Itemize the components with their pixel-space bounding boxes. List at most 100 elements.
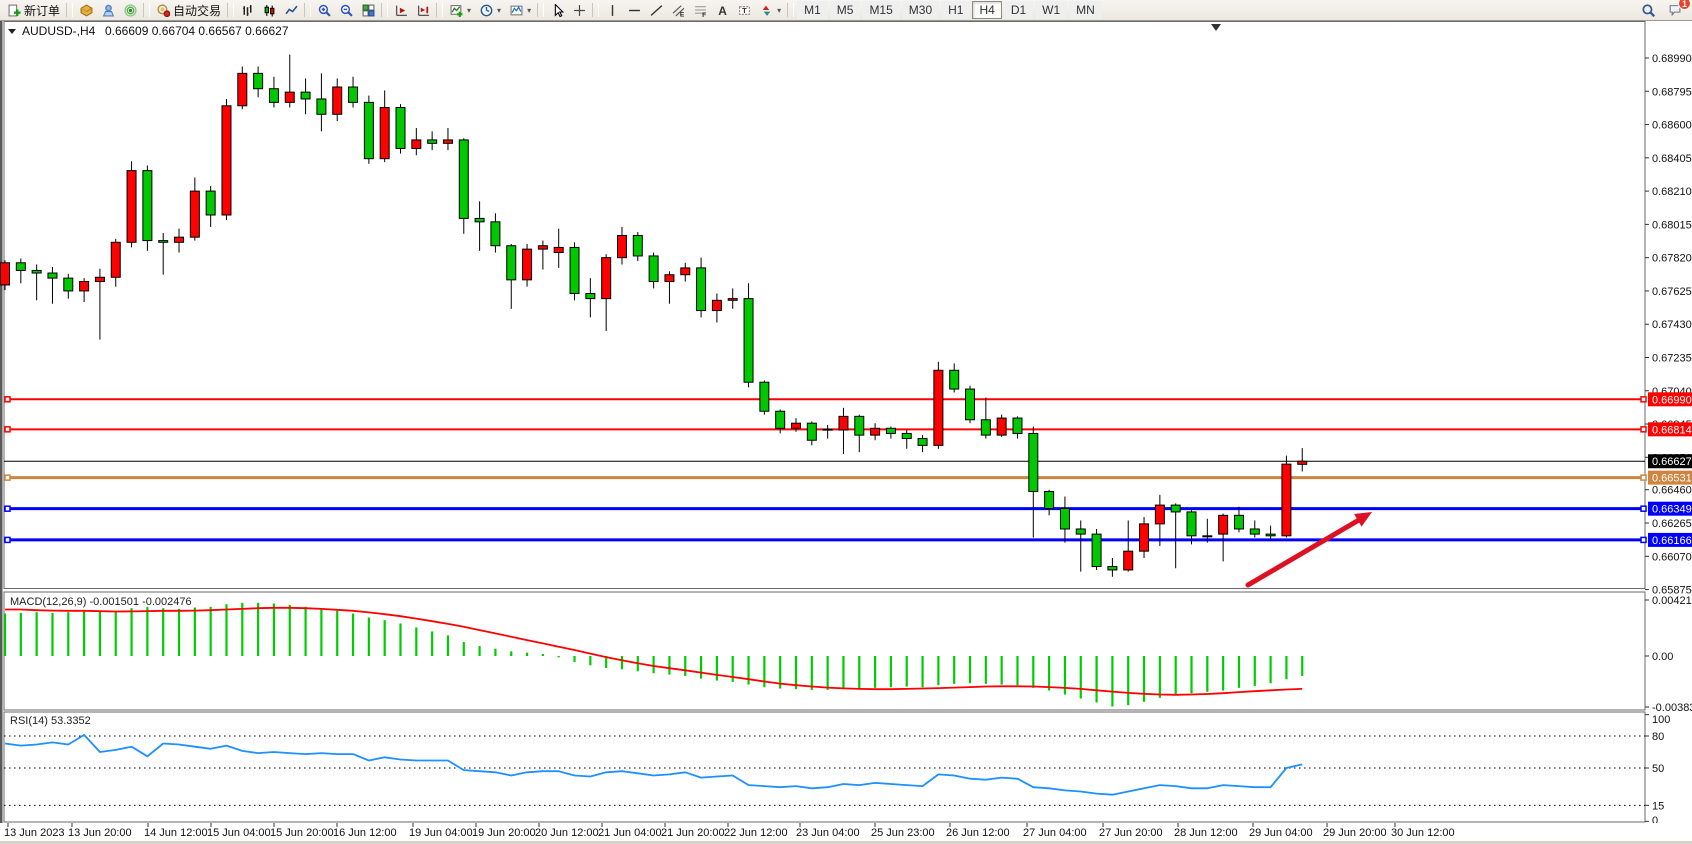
timeframe-m30[interactable]: M30 [902, 1, 939, 19]
chevron-down-icon: ▾ [467, 6, 471, 15]
horizontal-line-button[interactable] [623, 1, 645, 20]
template-icon [509, 4, 523, 17]
trading-platform-window: 新订单自动交易▾▾▾EFAT▾M1M5M15M30H1H4D1W1MN1 0.6… [0, 0, 1692, 844]
search-button[interactable] [1637, 1, 1659, 20]
profiles-button[interactable] [97, 1, 119, 20]
svg-text:0.66990: 0.66990 [1652, 394, 1692, 406]
chevron-down-icon: ▾ [777, 6, 781, 15]
profile-icon [101, 4, 115, 17]
trendline-icon [649, 4, 663, 17]
cube-icon [79, 4, 93, 17]
timeframe-m15[interactable]: M15 [862, 1, 899, 19]
auto-scroll-button[interactable] [390, 1, 412, 20]
timeframe-m1[interactable]: M1 [797, 1, 828, 19]
chart-title-row: AUDUSD-,H40.66609 0.66704 0.66567 0.6662… [8, 24, 289, 38]
svg-text:19 Jun 20:00: 19 Jun 20:00 [472, 827, 536, 839]
zoom-out-button[interactable] [335, 1, 357, 20]
svg-text:0.68015: 0.68015 [1652, 219, 1692, 231]
auto-scroll-icon [394, 4, 408, 17]
arrows-icon [759, 4, 773, 17]
periods-button[interactable]: ▾ [475, 1, 505, 20]
new-chart-button[interactable]: ▾ [445, 1, 475, 20]
label-icon: T [737, 4, 751, 17]
search-icon [1641, 4, 1655, 17]
toolbar-separator [227, 3, 234, 17]
svg-text:13 Jun 2023: 13 Jun 2023 [4, 827, 65, 839]
clock-icon [479, 4, 493, 17]
text-label-button[interactable]: T [733, 1, 755, 20]
svg-text:27 Jun 04:00: 27 Jun 04:00 [1023, 827, 1087, 839]
auto-trading-button-label: 自动交易 [173, 2, 221, 19]
equidistant-channel-button[interactable]: E [667, 1, 689, 20]
zoom-in-button[interactable] [313, 1, 335, 20]
svg-text:30 Jun 12:00: 30 Jun 12:00 [1391, 827, 1455, 839]
toolbar-separator [66, 3, 73, 17]
svg-text:20 Jun 12:00: 20 Jun 12:00 [535, 827, 599, 839]
timeframe-w1[interactable]: W1 [1035, 1, 1067, 19]
timeframe-d1[interactable]: D1 [1004, 1, 1033, 19]
svg-text:23 Jun 04:00: 23 Jun 04:00 [796, 827, 860, 839]
svg-text:16 Jun 12:00: 16 Jun 12:00 [333, 827, 397, 839]
bar-chart-button[interactable] [236, 1, 258, 20]
svg-text:E: E [679, 11, 684, 17]
toolbar-separator [381, 3, 388, 17]
toolbar-separator [592, 3, 599, 17]
svg-text:0.66166: 0.66166 [1652, 535, 1692, 547]
signal-icon [123, 4, 137, 17]
hline-icon [627, 4, 641, 17]
chart-area[interactable]: 0.689900.687950.686000.684050.682100.680… [0, 21, 1692, 844]
chart-bars-icon [240, 4, 254, 17]
chart-shift-button[interactable] [412, 1, 434, 20]
line-chart-button[interactable] [280, 1, 302, 20]
crosshair-button[interactable] [568, 1, 590, 20]
toolbar-separator [143, 3, 150, 17]
market-watch-button[interactable] [75, 1, 97, 20]
timeframe-h1[interactable]: H1 [941, 1, 970, 19]
text-icon: A [715, 4, 729, 17]
templates-button[interactable]: ▾ [505, 1, 535, 20]
toolbar-separator [537, 3, 544, 17]
svg-text:0.68600: 0.68600 [1652, 120, 1692, 132]
time-axis: 13 Jun 202313 Jun 20:0014 Jun 12:0015 Ju… [0, 823, 1692, 841]
tile-icon [361, 4, 375, 17]
new-order-button-label: 新订单 [24, 2, 60, 19]
svg-text:15 Jun 20:00: 15 Jun 20:00 [270, 827, 334, 839]
svg-text:50: 50 [1652, 763, 1664, 775]
tile-windows-button[interactable] [357, 1, 379, 20]
arrows-button[interactable]: ▾ [755, 1, 785, 20]
svg-text:0.66349: 0.66349 [1652, 504, 1692, 516]
cursor-button[interactable] [546, 1, 568, 20]
signals-button[interactable] [119, 1, 141, 20]
svg-text:15: 15 [1652, 800, 1664, 812]
chart-candles-icon [262, 4, 276, 17]
timeframe-m5[interactable]: M5 [830, 1, 861, 19]
chart-shift-icon [416, 4, 430, 17]
svg-text:21 Jun 04:00: 21 Jun 04:00 [598, 827, 662, 839]
fibonacci-button[interactable]: F [689, 1, 711, 20]
svg-text:0.67625: 0.67625 [1652, 286, 1692, 298]
svg-text:A: A [718, 4, 727, 17]
cursor-icon [550, 4, 564, 17]
vline-icon [605, 4, 619, 17]
auto-trading-button[interactable]: 自动交易 [152, 1, 225, 20]
svg-text:13 Jun 20:00: 13 Jun 20:00 [68, 827, 132, 839]
svg-text:T: T [742, 6, 747, 15]
crosshair-icon [572, 4, 586, 17]
vertical-line-button[interactable] [601, 1, 623, 20]
text-button[interactable]: A [711, 1, 733, 20]
svg-text:0.67820: 0.67820 [1652, 253, 1692, 265]
timeframe-h4[interactable]: H4 [972, 1, 1001, 19]
trendline-button[interactable] [645, 1, 667, 20]
timeframe-mn[interactable]: MN [1069, 1, 1102, 19]
toolbar-separator [436, 3, 443, 17]
toolbar-separator [787, 3, 794, 17]
new-order-button[interactable]: 新订单 [3, 1, 64, 20]
candlestick-chart-button[interactable] [258, 1, 280, 20]
svg-text:26 Jun 12:00: 26 Jun 12:00 [946, 827, 1010, 839]
svg-text:80: 80 [1652, 731, 1664, 743]
chevron-down-icon: ▾ [527, 6, 531, 15]
svg-text:27 Jun 20:00: 27 Jun 20:00 [1099, 827, 1163, 839]
svg-text:0.00: 0.00 [1652, 651, 1673, 663]
chart-canvas[interactable]: 0.689900.687950.686000.684050.682100.680… [0, 21, 1692, 844]
new-chart-icon [449, 4, 463, 17]
